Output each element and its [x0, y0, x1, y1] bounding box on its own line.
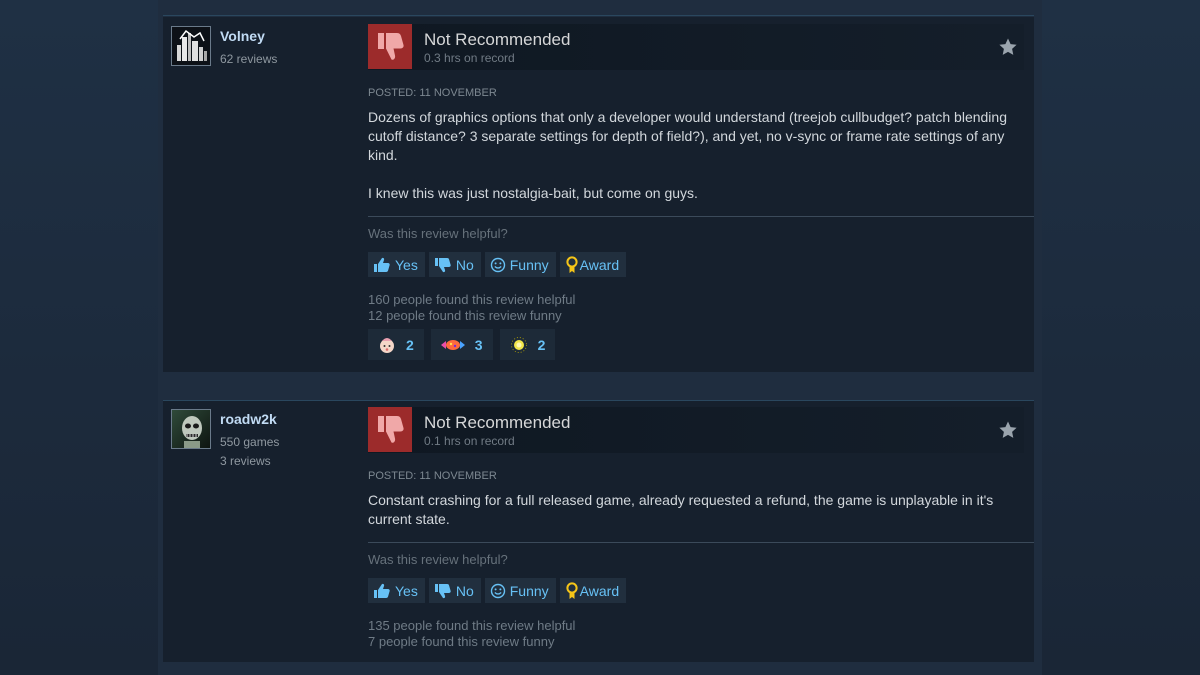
background-right: [1040, 0, 1200, 675]
vote-header: Not Recommended 0.3 hrs on record: [368, 24, 1024, 70]
award-chip[interactable]: 3: [430, 329, 493, 360]
thumbs-down-icon: [434, 583, 451, 598]
no-button[interactable]: No: [428, 578, 481, 603]
helpful-question: Was this review helpful?: [368, 552, 508, 567]
background-left: [0, 0, 160, 675]
award-count: 2: [537, 336, 546, 353]
funny-button[interactable]: Funny: [484, 578, 556, 603]
sparkle-award-icon: [510, 336, 527, 353]
thumbs-down-icon: [368, 24, 412, 69]
yes-label: Yes: [395, 256, 418, 273]
candy-award-icon: [440, 339, 465, 350]
thumbs-down-icon: [368, 407, 412, 452]
verdict-label: Not Recommended: [424, 413, 571, 432]
review-paragraph: Constant crashing for a full released ga…: [368, 492, 994, 527]
no-label: No: [455, 582, 474, 599]
funny-button[interactable]: Funny: [484, 252, 556, 277]
star-icon[interactable]: [998, 37, 1018, 57]
username[interactable]: Volney: [220, 28, 265, 44]
review-paragraph: I knew this was just nostalgia-bait, but…: [368, 185, 698, 201]
award-count: 2: [406, 336, 414, 353]
vote-buttons: Yes No Funny Award: [368, 578, 627, 603]
avatar[interactable]: [171, 409, 211, 449]
top-divider: [163, 15, 1034, 16]
baby-face-award-icon: [380, 337, 394, 353]
award-label: Award: [579, 582, 620, 599]
divider: [368, 542, 1034, 543]
award-chip[interactable]: 2: [499, 329, 556, 360]
award-chip[interactable]: 2: [368, 329, 424, 360]
helpful-count: 135 people found this review helpful: [368, 618, 576, 633]
awards-row: 2 3 2: [368, 329, 556, 360]
thumbs-up-icon: [374, 583, 390, 598]
verdict-label: Not Recommended: [424, 30, 571, 49]
helpful-question: Was this review helpful?: [368, 226, 508, 241]
no-button[interactable]: No: [428, 252, 481, 277]
posted-date: POSTED: 11 NOVEMBER: [368, 87, 497, 99]
funny-label: Funny: [509, 256, 549, 273]
yes-button[interactable]: Yes: [368, 252, 425, 277]
thumbs-down-icon: [434, 257, 451, 272]
review-paragraph: Dozens of graphics options that only a d…: [368, 109, 1007, 163]
thumbs-up-icon: [374, 257, 390, 272]
games-count[interactable]: 550 games: [220, 435, 279, 449]
funny-label: Funny: [509, 582, 549, 599]
award-label: Award: [579, 256, 620, 273]
avatar[interactable]: [171, 26, 211, 66]
award-button[interactable]: Award: [559, 252, 627, 277]
yes-label: Yes: [395, 582, 418, 599]
star-icon[interactable]: [998, 420, 1018, 440]
no-label: No: [455, 256, 474, 273]
review-count[interactable]: 62 reviews: [220, 52, 277, 66]
hours-on-record: 0.1 hrs on record: [424, 434, 515, 448]
vote-buttons: Yes No Funny Award: [368, 252, 627, 277]
divider: [163, 400, 1034, 401]
username[interactable]: roadw2k: [220, 411, 277, 427]
award-button[interactable]: Award: [559, 578, 627, 603]
award-ribbon-icon: [566, 255, 578, 273]
review-count[interactable]: 3 reviews: [220, 454, 271, 468]
award-ribbon-icon: [566, 581, 578, 599]
posted-date: POSTED: 11 NOVEMBER: [368, 470, 497, 482]
review-card: roadw2k 550 games 3 reviews Not Recommen…: [163, 400, 1034, 662]
award-count: 3: [474, 336, 483, 353]
smiley-icon: [490, 257, 505, 272]
divider: [368, 216, 1034, 217]
vote-header: Not Recommended 0.1 hrs on record: [368, 407, 1024, 453]
yes-button[interactable]: Yes: [368, 578, 425, 603]
hours-on-record: 0.3 hrs on record: [424, 51, 515, 65]
smiley-icon: [490, 583, 505, 598]
review-card: Volney 62 reviews Not Recommended 0.3 hr…: [163, 17, 1034, 372]
funny-count: 7 people found this review funny: [368, 634, 555, 649]
funny-count: 12 people found this review funny: [368, 308, 562, 323]
helpful-count: 160 people found this review helpful: [368, 292, 576, 307]
